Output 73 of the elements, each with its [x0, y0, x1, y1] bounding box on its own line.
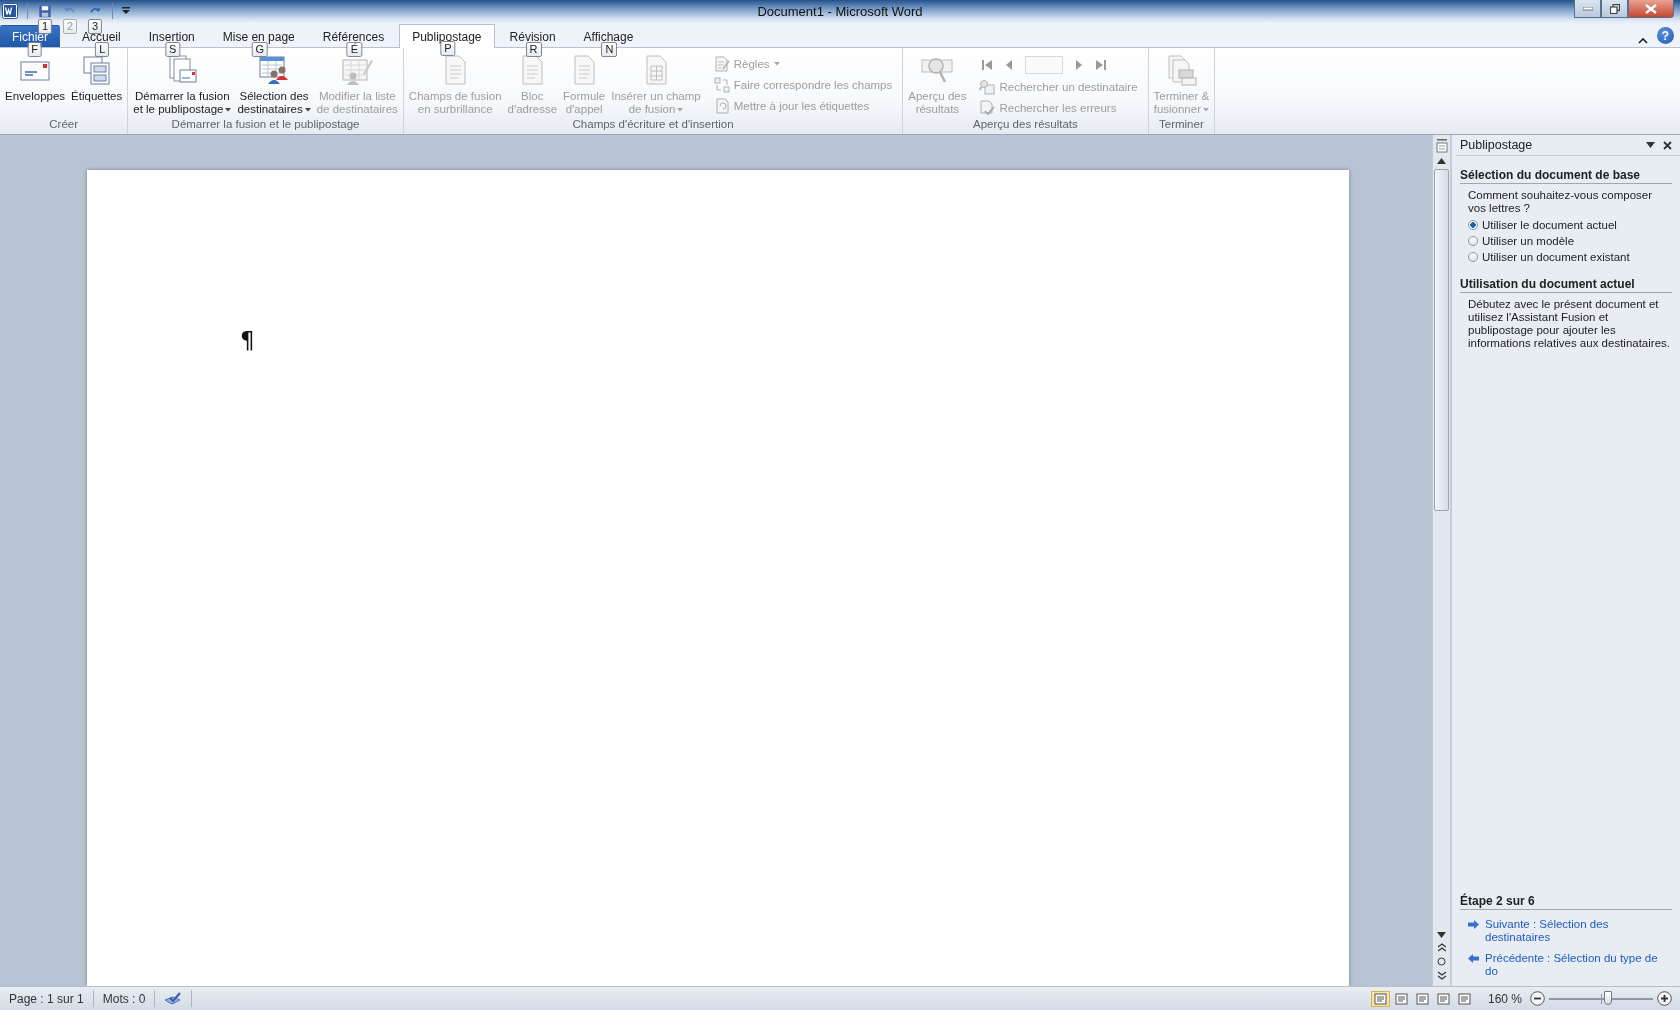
- arrow-right-icon: [1468, 920, 1479, 929]
- print-layout-icon[interactable]: [1370, 990, 1390, 1007]
- document-check-icon: [979, 100, 996, 116]
- group-label: Champs d'écriture et d'insertion: [571, 118, 735, 132]
- keytip-badge: É: [346, 42, 363, 57]
- page-count[interactable]: Page : 1 sur 1: [0, 990, 94, 1007]
- radio-option[interactable]: Utiliser un document existant: [1460, 249, 1630, 265]
- group-label: Aperçu des résultats: [972, 118, 1079, 132]
- group-label: Démarrer la fusion et le publipostage: [170, 118, 361, 132]
- word-count[interactable]: Mots : 0: [93, 990, 156, 1007]
- close-icon[interactable]: [1663, 140, 1672, 150]
- refresh-icon: [713, 98, 730, 114]
- restore-icon: [1609, 3, 1620, 14]
- keytip-badge: R: [525, 42, 542, 57]
- close-button[interactable]: [1628, 0, 1674, 18]
- step-link[interactable]: Suivante : Sélection des destinataires: [1468, 918, 1672, 944]
- window-title: Document1 - Microsoft Word: [757, 3, 923, 19]
- proofing-icon[interactable]: [164, 991, 183, 1006]
- arrow-left-icon: [1468, 954, 1479, 963]
- word-app-icon[interactable]: [2, 3, 18, 19]
- section-text: Comment souhaitez-vous composer vos lettres ?: [1468, 189, 1654, 215]
- keytip-badge: 1: [37, 18, 53, 34]
- minimize-icon: [1582, 6, 1593, 11]
- keytip-badge: 2: [62, 18, 78, 34]
- next-page-icon[interactable]: [1437, 971, 1446, 980]
- minimize-button[interactable]: [1574, 0, 1601, 18]
- pane-title: Publipostage: [1460, 138, 1534, 152]
- collapse-ribbon-icon[interactable]: [1638, 37, 1648, 44]
- section-heading: Utilisation du document actuel: [1460, 277, 1672, 293]
- magnifier-icon: [979, 79, 996, 95]
- ruler-toggle-icon[interactable]: [1435, 139, 1448, 153]
- keytip-badge: G: [251, 42, 269, 57]
- step-heading: Étape 2 sur 6: [1460, 894, 1672, 910]
- paragraph-mark: ¶: [240, 327, 255, 353]
- keytip-badge: P: [440, 41, 456, 56]
- section-text: Débutez avec le présent document et utilisez l'Assistant Fusion et publipostage pour ajouter les informations relatives aux destinataires.: [1468, 298, 1671, 350]
- scrollbar-thumb[interactable]: [1434, 169, 1449, 511]
- caret-icon: [1203, 107, 1209, 112]
- caret-icon: [304, 107, 311, 112]
- group-label: Créer: [48, 118, 79, 132]
- scroll-down-icon[interactable]: [1437, 932, 1446, 938]
- keytip-badge: N: [601, 42, 618, 57]
- caret-icon: [225, 107, 232, 112]
- pane-menu-caret-icon[interactable]: [1646, 142, 1655, 148]
- keytip-badge: 3: [87, 18, 103, 34]
- group-label: Terminer: [1158, 118, 1205, 132]
- document-pencil-icon: [713, 56, 730, 72]
- people-icon: [258, 54, 291, 86]
- document-stack-icon: [166, 54, 199, 86]
- step-link[interactable]: Précédente : Sélection du type de do: [1468, 952, 1672, 978]
- keytip-badge: S: [165, 42, 181, 57]
- radio-option[interactable]: Utiliser le document actuel: [1460, 217, 1617, 233]
- help-button[interactable]: ?: [1657, 27, 1674, 44]
- label-sheets-icon: [80, 54, 113, 86]
- zoom-level[interactable]: 160 %: [1475, 991, 1530, 1006]
- arrows-grid-icon: [713, 77, 730, 93]
- browse-object-icon[interactable]: [1437, 957, 1446, 966]
- save-icon[interactable]: [37, 4, 53, 18]
- zoom-out-icon[interactable]: [1530, 991, 1545, 1006]
- close-icon: [1645, 3, 1657, 14]
- previous-page-icon[interactable]: [1437, 943, 1446, 952]
- restore-button[interactable]: [1601, 0, 1628, 18]
- documents-printer-icon: [1165, 54, 1198, 86]
- radio-option[interactable]: Utiliser un modèle: [1460, 233, 1575, 249]
- keytip-badge: L: [95, 42, 110, 57]
- section-heading: Sélection du document de base: [1460, 168, 1672, 184]
- keytip-badge: F: [27, 42, 42, 57]
- scroll-up-icon[interactable]: [1437, 158, 1446, 164]
- zoom-in-icon[interactable]: [1657, 991, 1672, 1006]
- caret-icon: [677, 107, 684, 112]
- customize-caret-icon[interactable]: [122, 7, 130, 15]
- caret-icon: [773, 62, 780, 66]
- zoom-slider-thumb[interactable]: [1604, 990, 1613, 1005]
